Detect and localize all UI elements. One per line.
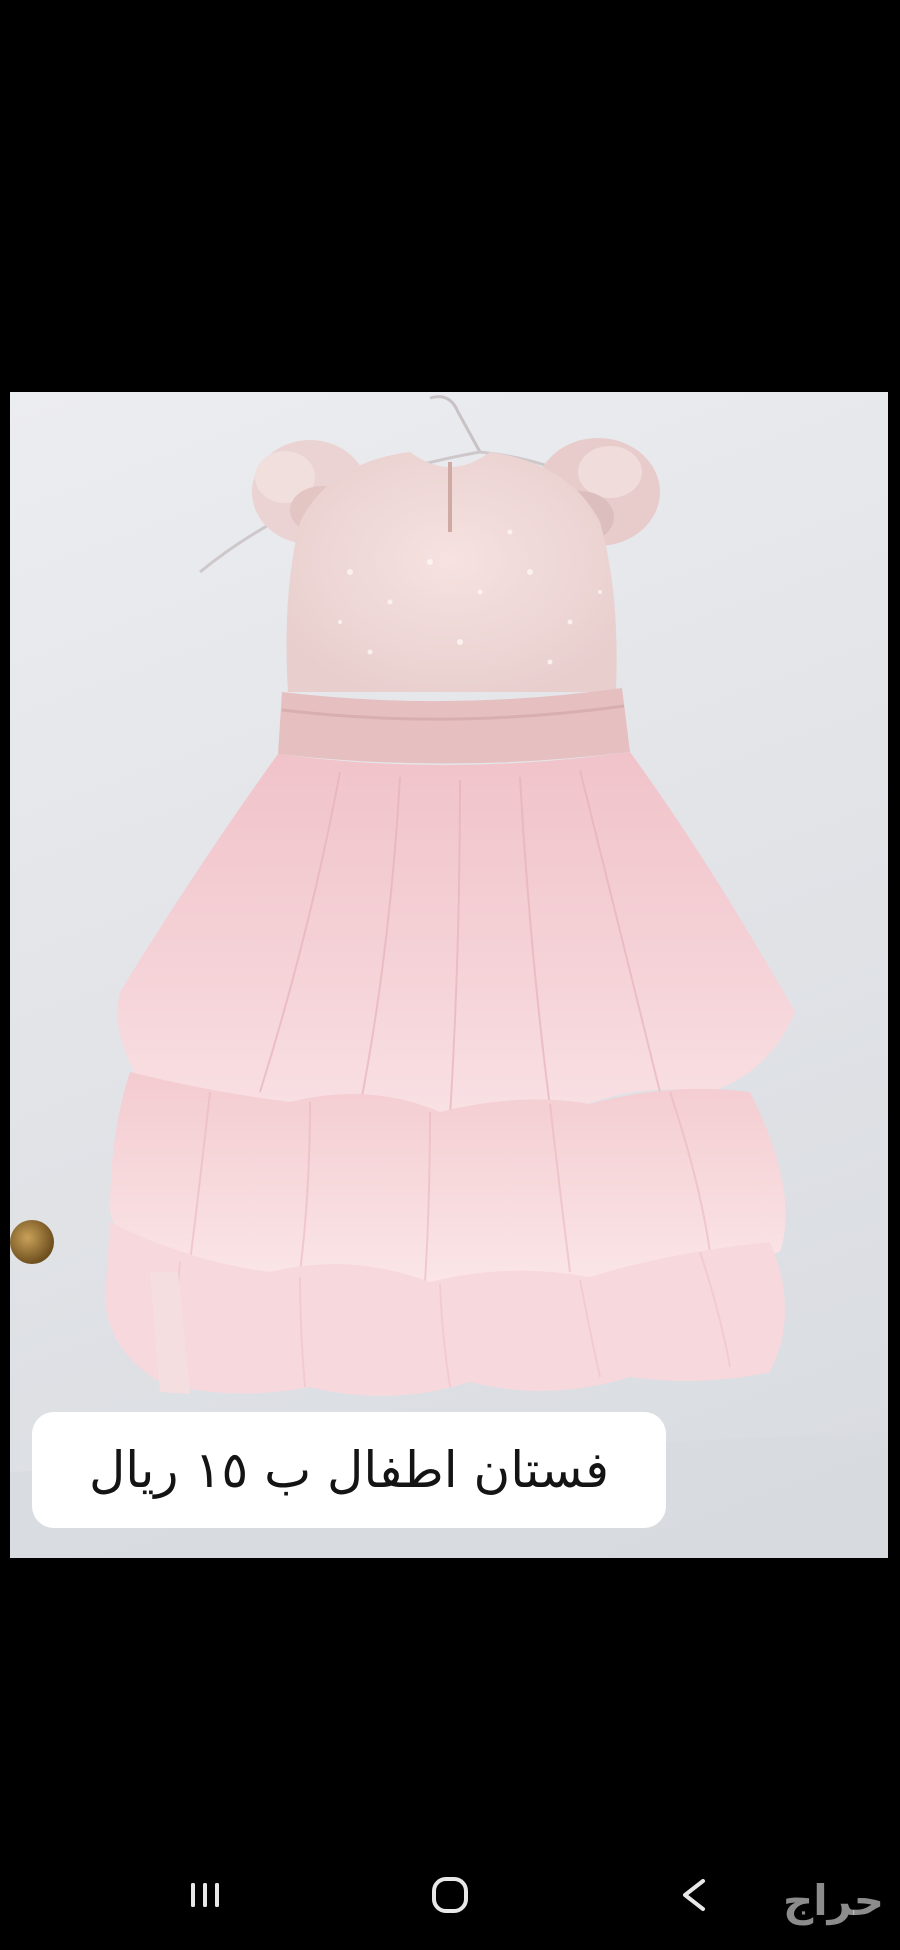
dress-illustration (10, 395, 888, 1558)
system-navigation-bar (0, 1840, 900, 1950)
home-icon (432, 1877, 468, 1913)
caption-bubble: فستان اطفال ب ١٥ ريال (32, 1412, 666, 1528)
home-button[interactable] (405, 1860, 495, 1930)
product-photo[interactable]: فستان اطفال ب ١٥ ريال (10, 392, 888, 1558)
door-knob (10, 1220, 54, 1264)
back-icon (683, 1879, 705, 1911)
recents-icon (191, 1883, 219, 1907)
back-button[interactable] (650, 1860, 740, 1930)
recents-button[interactable] (160, 1860, 250, 1930)
listing-caption: فستان اطفال ب ١٥ ريال (88, 1441, 610, 1499)
